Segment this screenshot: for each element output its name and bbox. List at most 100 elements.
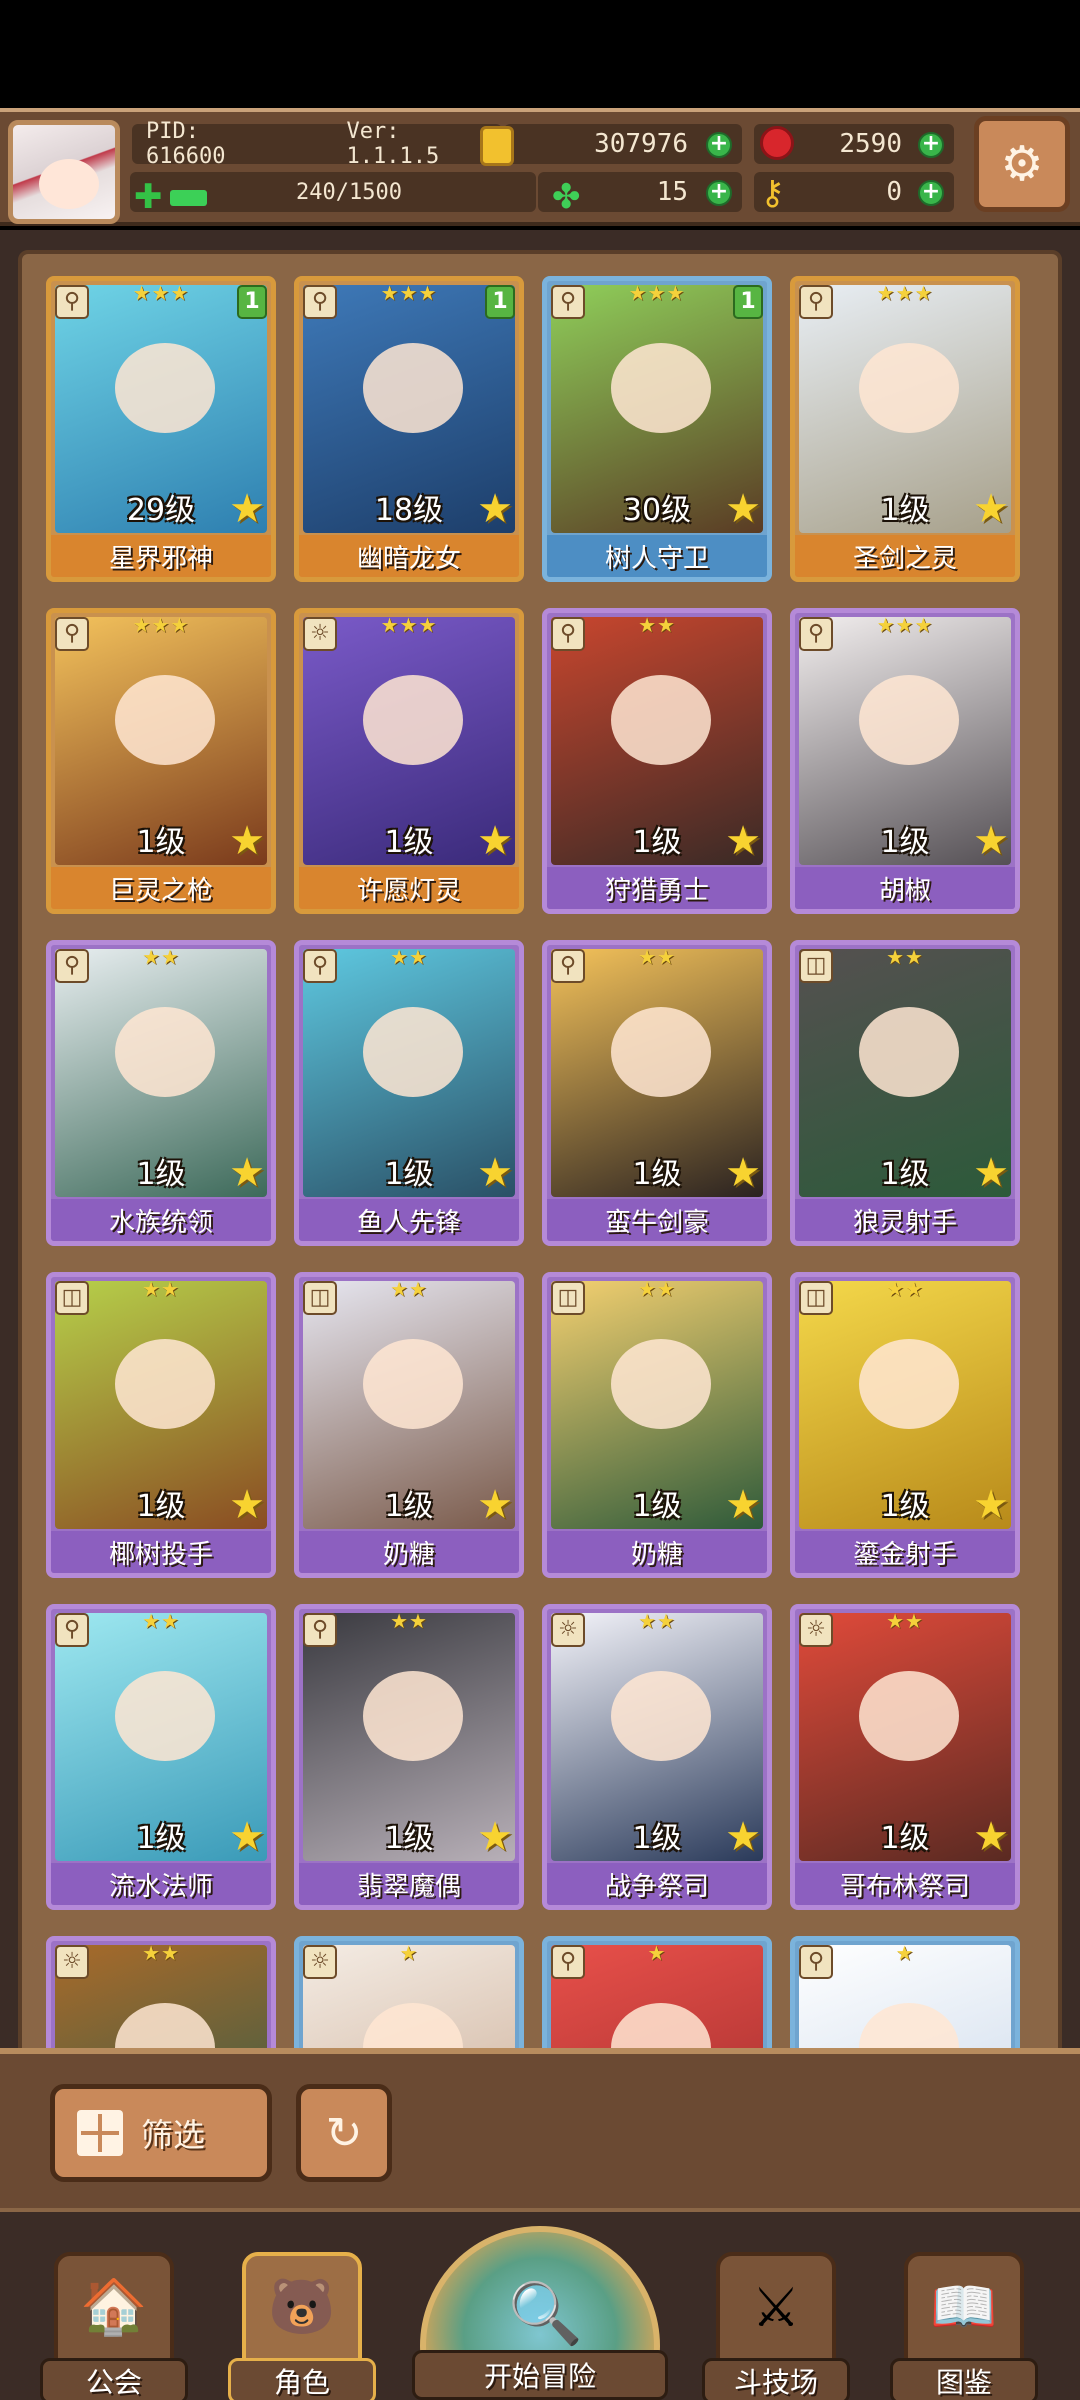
rarity-stars: ★★ <box>142 945 180 969</box>
player-avatar[interactable] <box>8 120 120 224</box>
star-upgrade-icon: ★ <box>725 1482 761 1528</box>
nav-codex-label: 图鉴 <box>890 2358 1038 2400</box>
rarity-stars: ★★ <box>390 945 428 969</box>
character-card[interactable]: ⚲★★★1级★▲胡椒 <box>790 608 1020 914</box>
character-name: 水族统领 <box>51 1199 271 1241</box>
game-version: Ver: 1.1.1.5 <box>346 119 440 169</box>
rarity-stars: ★★ <box>886 1277 924 1301</box>
character-name: 翡翠魔偶 <box>299 1863 519 1905</box>
reset-filter-button[interactable]: ↻ <box>296 2084 392 2182</box>
character-name: 狼灵射手 <box>795 1199 1015 1241</box>
start-adventure-button[interactable]: 🔍 开始冒险 <box>412 2218 668 2400</box>
character-name: 鎏金射手 <box>795 1531 1015 1573</box>
add-gems-button[interactable]: + <box>918 132 944 158</box>
filter-button[interactable]: 筛选 <box>50 2084 272 2182</box>
star-upgrade-icon: ★ <box>477 486 513 532</box>
star-upgrade-icon: ★ <box>973 486 1009 532</box>
character-card[interactable]: ☼★★1级★▲战争祭司 <box>542 1604 772 1910</box>
character-card[interactable]: ⚲★★★130级★▲树人守卫 <box>542 276 772 582</box>
rarity-stars: ★★ <box>638 1277 676 1301</box>
character-name: 蛮牛剑豪 <box>547 1199 767 1241</box>
character-name: 椰树投手 <box>51 1531 271 1573</box>
character-name: 胡椒 <box>795 867 1015 909</box>
grid-icon <box>77 2110 123 2156</box>
stamina-icon: ✚ <box>134 177 163 217</box>
settings-button[interactable]: ⚙ <box>974 116 1070 212</box>
character-icon: 🐻 <box>242 2252 362 2362</box>
character-card[interactable]: ⚲★★1级★▲水族统领 <box>46 940 276 1246</box>
character-card[interactable]: ◫★★1级★▲狼灵射手 <box>790 940 1020 1246</box>
rarity-stars: ★★ <box>142 1277 180 1301</box>
rarity-stars: ★ <box>647 1941 667 1965</box>
character-card[interactable]: ⚲ ★ <box>542 1936 772 2056</box>
notification-badge: 1 <box>485 285 515 319</box>
star-upgrade-icon: ★ <box>725 486 761 532</box>
character-card[interactable]: ⚲★★★129级★▲星界邪神 <box>46 276 276 582</box>
character-card[interactable]: ⚲ ★ <box>790 1936 1020 2056</box>
rarity-stars: ★★ <box>886 945 924 969</box>
character-card[interactable]: ⚲★★★118级★▲幽暗龙女 <box>294 276 524 582</box>
rarity-stars: ★★ <box>638 945 676 969</box>
rarity-stars: ★★ <box>886 1609 924 1633</box>
character-name: 许愿灯灵 <box>299 867 519 909</box>
character-grid: ⚲★★★129级★▲星界邪神⚲★★★118级★▲幽暗龙女⚲★★★130级★▲树人… <box>18 250 1062 2060</box>
star-upgrade-icon: ★ <box>725 818 761 864</box>
star-upgrade-icon: ★ <box>477 1150 513 1196</box>
player-id: PID: 616600 <box>146 119 226 169</box>
character-card[interactable]: ◫★★1级★▲奶糖 <box>542 1272 772 1578</box>
character-card[interactable]: ⚲★★1级★▲鱼人先锋 <box>294 940 524 1246</box>
key-icon: ⚷ <box>760 173 785 213</box>
character-name: 巨灵之枪 <box>51 867 271 909</box>
character-name: 哥布林祭司 <box>795 1863 1015 1905</box>
rarity-stars: ★★★ <box>876 613 934 637</box>
nav-guild[interactable]: 🏠 公会 <box>40 2252 188 2400</box>
add-keys-button[interactable]: + <box>918 180 944 206</box>
nav-arena[interactable]: ⚔ 斗技场 <box>702 2252 850 2400</box>
character-card[interactable]: ⚲★★★1级★▲圣剑之灵 <box>790 276 1020 582</box>
star-upgrade-icon: ★ <box>229 1814 265 1860</box>
character-card[interactable]: ⚲★★1级★▲蛮牛剑豪 <box>542 940 772 1246</box>
coin-icon <box>480 126 514 166</box>
nav-codex[interactable]: 📖 图鉴 <box>890 2252 1038 2400</box>
character-card[interactable]: ☼★★★1级★▲许愿灯灵 <box>294 608 524 914</box>
character-card[interactable]: ☼★★1级★▲哥布林祭司 <box>790 1604 1020 1910</box>
star-upgrade-icon: ★ <box>229 1150 265 1196</box>
character-card[interactable]: ⚲★★★1级★▲巨灵之枪 <box>46 608 276 914</box>
guild-icon: 🏠 <box>54 2252 174 2362</box>
character-name: 狩猎勇士 <box>547 867 767 909</box>
star-upgrade-icon: ★ <box>477 1482 513 1528</box>
character-name: 星界邪神 <box>51 535 271 577</box>
character-card[interactable]: ⚲★★1级★▲狩猎勇士 <box>542 608 772 914</box>
star-upgrade-icon: ★ <box>973 1482 1009 1528</box>
character-card[interactable]: ⚲★★1级★▲流水法师 <box>46 1604 276 1910</box>
add-clovers-button[interactable]: + <box>706 180 732 206</box>
player-info: PID: 616600 Ver: 1.1.1.5 <box>132 119 502 169</box>
add-coins-button[interactable]: + <box>706 132 732 158</box>
star-upgrade-icon: ★ <box>477 818 513 864</box>
filter-panel: 筛选 ↻ <box>0 2048 1080 2208</box>
rarity-stars: ★★ <box>142 1941 180 1965</box>
character-card[interactable]: ◫★★1级★▲奶糖 <box>294 1272 524 1578</box>
rarity-stars: ★★ <box>638 1609 676 1633</box>
character-card[interactable]: ☼ ★★ <box>46 1936 276 2056</box>
character-card[interactable]: ◫★★1级★▲椰树投手 <box>46 1272 276 1578</box>
star-upgrade-icon: ★ <box>477 1814 513 1860</box>
key-amount: 0 <box>886 177 902 207</box>
character-name: 奶糖 <box>547 1531 767 1573</box>
rarity-stars: ★★★ <box>132 613 190 637</box>
character-card[interactable]: ⚲★★1级★▲翡翠魔偶 <box>294 1604 524 1910</box>
book-icon: 📖 <box>904 2252 1024 2362</box>
nav-character[interactable]: 🐻 角色 <box>228 2252 376 2400</box>
character-name: 流水法师 <box>51 1863 271 1905</box>
rarity-stars: ★★ <box>638 613 676 637</box>
rarity-stars: ★ <box>895 1941 915 1965</box>
star-upgrade-icon: ★ <box>725 1150 761 1196</box>
star-upgrade-icon: ★ <box>229 486 265 532</box>
character-card[interactable]: ☼ ★ <box>294 1936 524 2056</box>
clover-icon: ✤ <box>552 177 581 217</box>
star-upgrade-icon: ★ <box>973 1814 1009 1860</box>
character-card[interactable]: ◫★★1级★▲鎏金射手 <box>790 1272 1020 1578</box>
filter-label: 筛选 <box>141 2116 206 2154</box>
nav-character-label: 角色 <box>228 2358 376 2400</box>
character-board: ⚲★★★129级★▲星界邪神⚲★★★118级★▲幽暗龙女⚲★★★130级★▲树人… <box>0 230 1080 2060</box>
